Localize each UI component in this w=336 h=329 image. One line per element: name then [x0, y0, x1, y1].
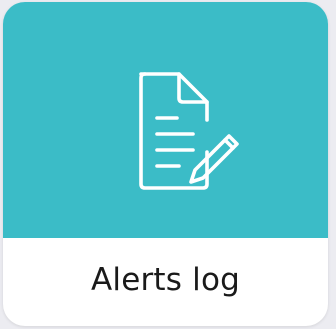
alerts-log-tile[interactable]: Alerts log [3, 2, 328, 326]
tile-label: Alerts log [90, 262, 241, 298]
tile-label-area: Alerts log [3, 238, 328, 326]
tile-icon-area [3, 2, 328, 238]
document-edit-icon [139, 72, 239, 190]
